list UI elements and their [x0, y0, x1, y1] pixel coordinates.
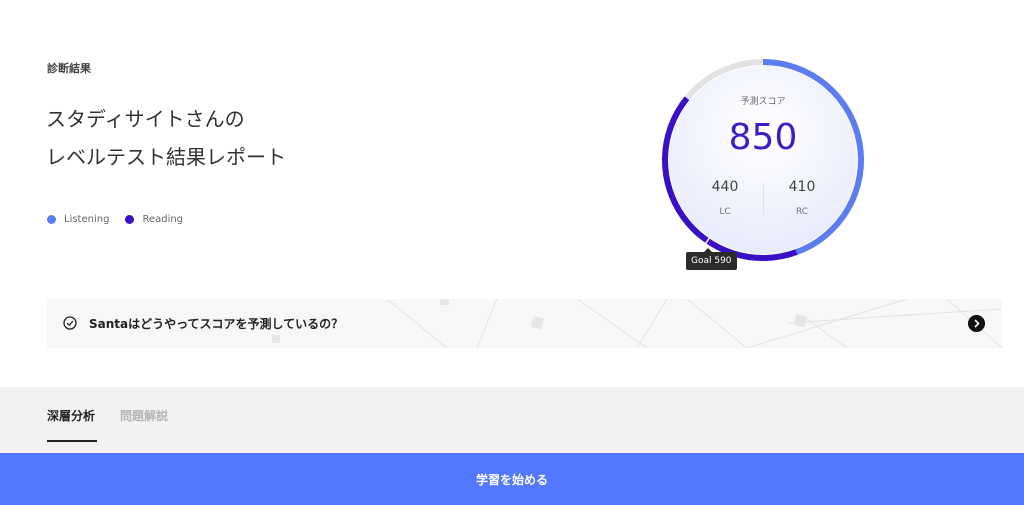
listening-dot-icon — [47, 215, 56, 224]
tab-deep-analysis[interactable]: 深層分析 — [47, 407, 95, 424]
page: 診断結果 スタディサイトさんの レベルテスト結果レポート Listening R… — [0, 0, 1024, 505]
banner-text: Santaはどうやってスコアを予測しているの？ — [89, 317, 344, 331]
tab-bar: 深層分析 問題解説 — [0, 387, 1024, 453]
active-tab-indicator — [47, 440, 97, 442]
title-line-1: スタディサイトさんの — [46, 107, 245, 131]
reading-dot-icon — [125, 215, 135, 224]
rc-label: RC — [795, 207, 809, 217]
predicted-score-label: 予測スコア — [740, 97, 786, 107]
legend-label-reading: Reading — [142, 214, 184, 225]
legend-item-reading: Reading — [125, 214, 183, 225]
start-learning-button[interactable]: 学習を始める — [0, 453, 1024, 505]
chevron-right-icon[interactable] — [968, 315, 985, 332]
score-divider — [763, 183, 764, 215]
legend: Listening Reading — [47, 214, 199, 225]
title-line-2: レベルテスト結果レポート — [46, 145, 286, 169]
score-prediction-banner[interactable]: Santaはどうやってスコアを予測しているの？ — [47, 299, 1002, 348]
score-gauge: 予測スコア 850 440 410 LC RC — [660, 57, 866, 263]
lc-score: 440 — [711, 179, 739, 195]
section-label: 診断結果 — [47, 62, 91, 75]
legend-label-listening: Listening — [64, 214, 110, 225]
rc-score: 410 — [788, 179, 816, 195]
check-circle-icon — [63, 316, 77, 330]
lc-label: LC — [719, 207, 731, 217]
gauge-content: 予測スコア 850 440 410 LC RC — [660, 57, 866, 263]
tab-explanations[interactable]: 問題解説 — [120, 407, 168, 424]
goal-tooltip: Goal 590 — [686, 248, 737, 270]
page-title: スタディサイトさんの レベルテスト結果レポート — [46, 100, 286, 176]
legend-item-listening: Listening — [47, 214, 109, 225]
predicted-score: 850 — [728, 117, 798, 158]
